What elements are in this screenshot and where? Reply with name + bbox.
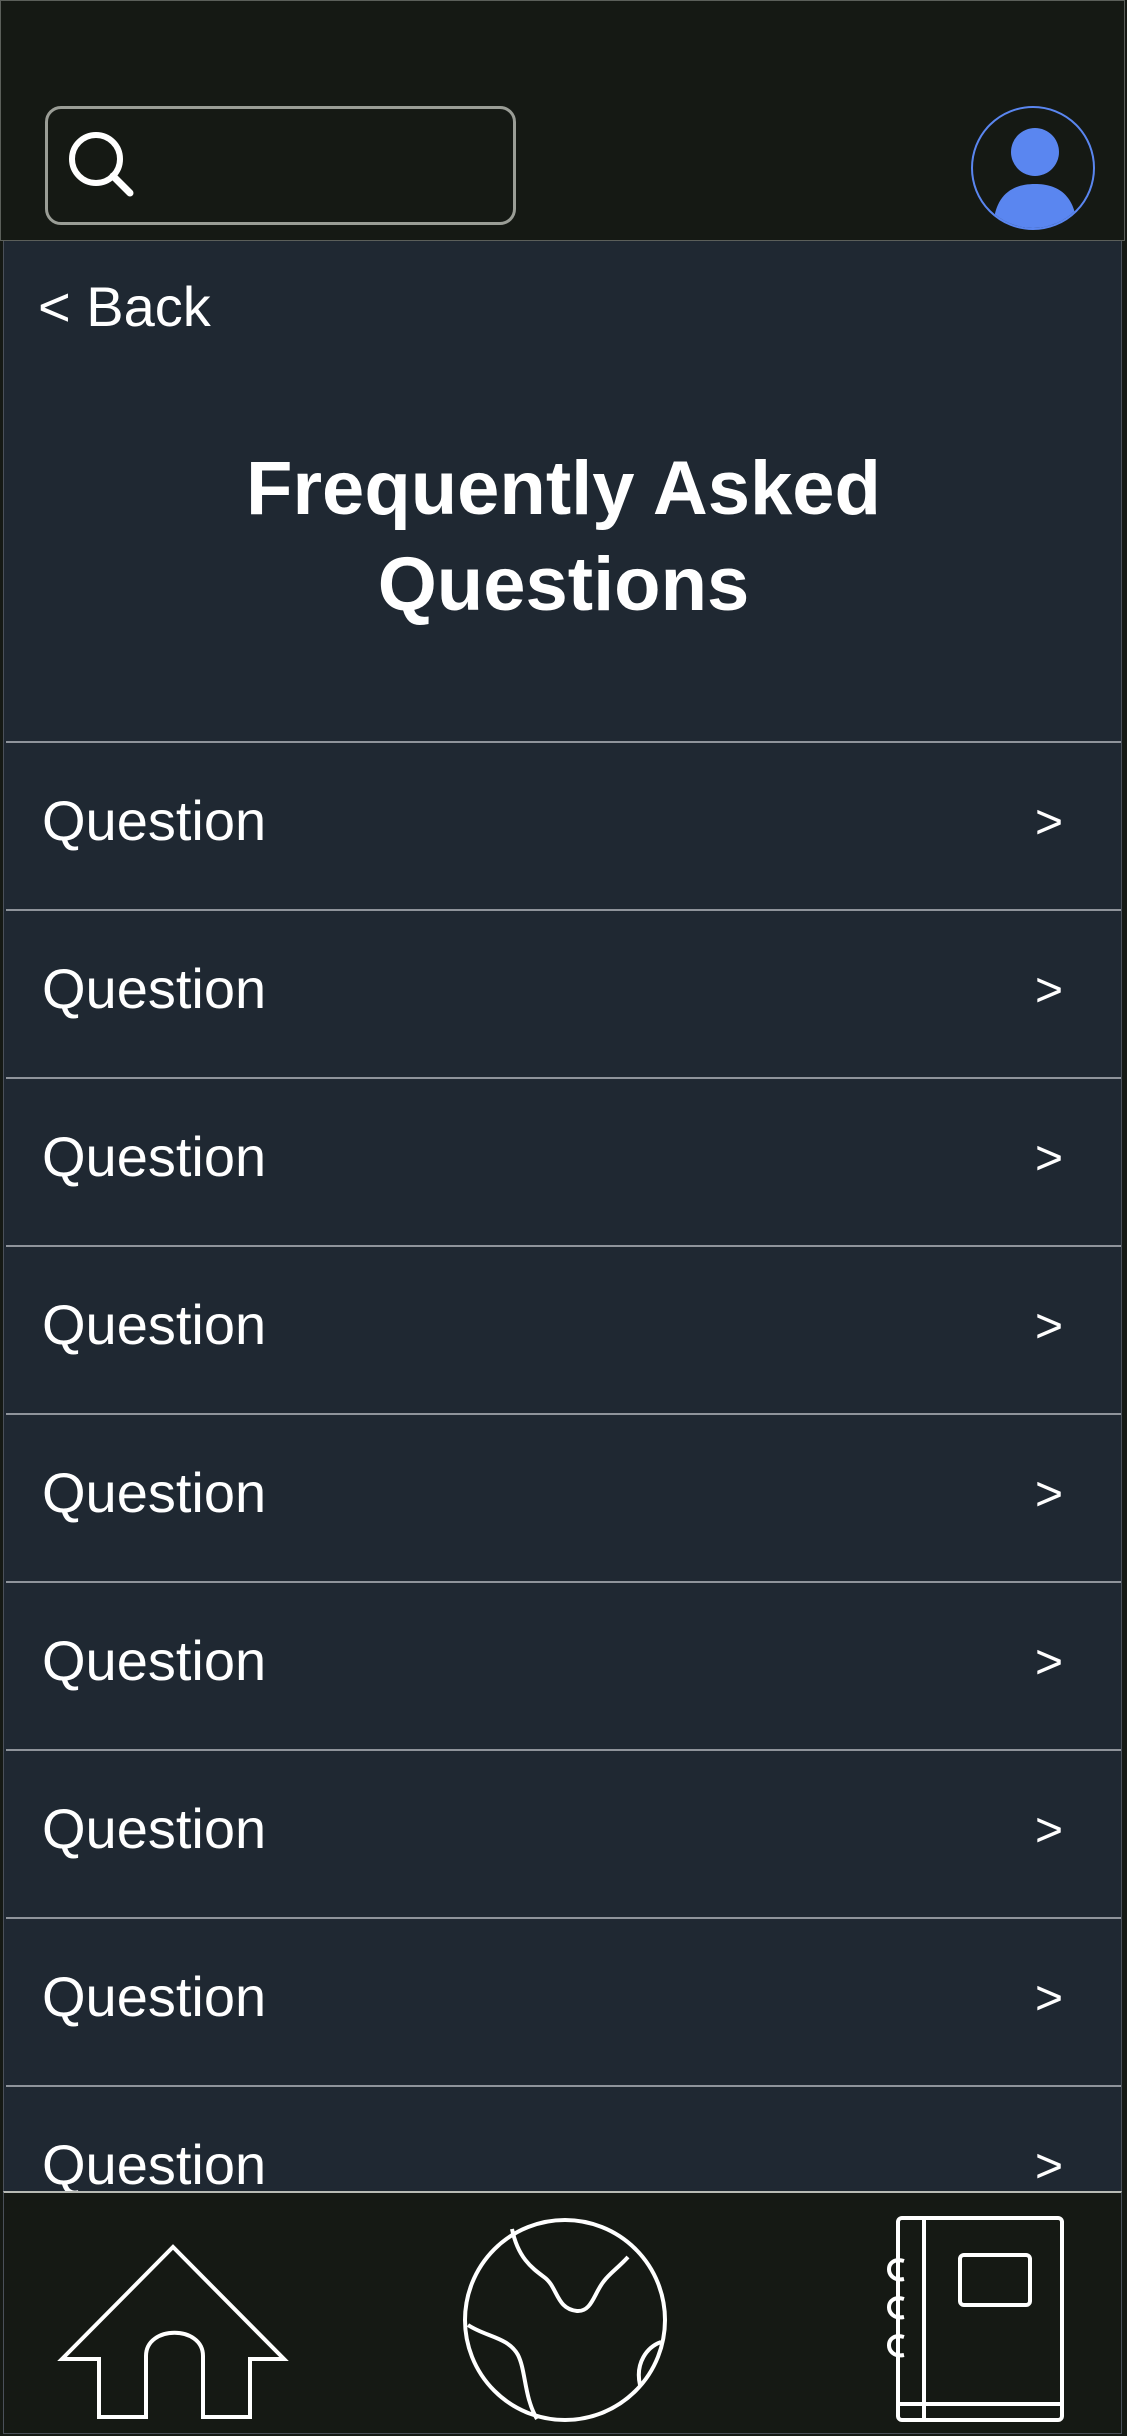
question-label: Question <box>42 957 267 1020</box>
question-label: Question <box>42 1125 267 1188</box>
faq-item[interactable]: Question > <box>6 1413 1121 1581</box>
faq-item[interactable]: Question > <box>6 1749 1121 1917</box>
home-icon <box>57 2244 289 2419</box>
nav-notebook-button[interactable] <box>880 2213 1070 2423</box>
question-label: Question <box>42 2133 267 2193</box>
bottom-nav <box>3 2191 1122 2434</box>
user-icon <box>993 128 1077 228</box>
notebook-icon <box>887 2216 1064 2422</box>
profile-avatar[interactable] <box>971 106 1095 230</box>
chevron-right-icon: > <box>1034 1300 1063 1353</box>
chevron-right-icon: > <box>1034 1132 1063 1185</box>
chevron-right-icon: > <box>1034 796 1063 849</box>
question-label: Question <box>42 1293 267 1356</box>
nav-home-button[interactable] <box>56 2213 296 2419</box>
faq-item[interactable]: Question > <box>6 741 1121 909</box>
question-label: Question <box>42 1461 267 1524</box>
page-title: Frequently Asked Questions <box>4 441 1121 633</box>
question-label: Question <box>42 1797 267 1860</box>
chevron-right-icon: > <box>1034 1804 1063 1857</box>
question-label: Question <box>42 789 267 852</box>
faq-item[interactable]: Question > <box>6 2085 1121 2192</box>
faq-page: < Back Frequently Asked Questions Questi… <box>3 241 1122 2192</box>
faq-item[interactable]: Question > <box>6 1581 1121 1749</box>
search-input[interactable] <box>45 106 516 225</box>
chevron-right-icon: > <box>1034 2140 1063 2192</box>
globe-icon <box>463 2218 667 2422</box>
question-label: Question <box>42 1965 267 2028</box>
nav-explore-button[interactable] <box>460 2213 670 2423</box>
chevron-right-icon: > <box>1034 1468 1063 1521</box>
top-bar <box>0 0 1125 241</box>
question-label: Question <box>42 1629 267 1692</box>
chevron-right-icon: > <box>1034 1972 1063 2025</box>
page-title-line2: Questions <box>377 542 750 627</box>
faq-list: Question > Question > Question > Questio… <box>6 741 1121 2192</box>
chevron-right-icon: > <box>1034 964 1063 1017</box>
page-title-line1: Frequently Asked <box>246 446 881 531</box>
chevron-right-icon: > <box>1034 1636 1063 1689</box>
search-icon <box>69 132 134 197</box>
back-button[interactable]: < Back <box>38 279 211 335</box>
faq-item[interactable]: Question > <box>6 1077 1121 1245</box>
faq-item[interactable]: Question > <box>6 909 1121 1077</box>
faq-item[interactable]: Question > <box>6 1917 1121 2085</box>
faq-item[interactable]: Question > <box>6 1245 1121 1413</box>
